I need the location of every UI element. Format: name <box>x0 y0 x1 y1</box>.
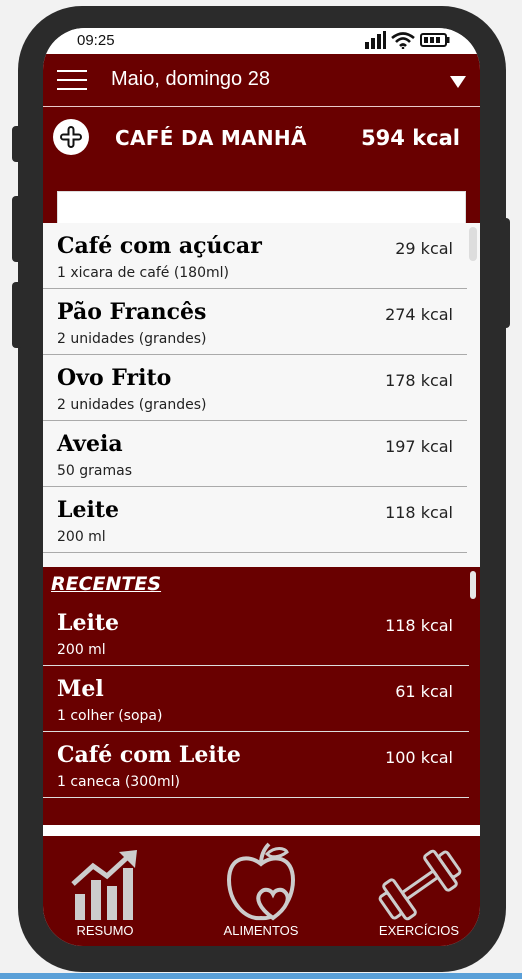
food-portion: 2 unidades (grandes) <box>57 397 207 413</box>
wifi-icon <box>391 32 415 49</box>
battery-icon <box>420 33 450 47</box>
food-portion: 200 ml <box>57 529 106 545</box>
divider <box>43 797 469 798</box>
nav-label: ALIMENTOS <box>223 923 299 938</box>
apple-icon <box>226 842 296 921</box>
food-kcal: 118 kcal <box>385 616 453 635</box>
food-portion: 2 unidades (grandes) <box>57 331 207 347</box>
phone-screen: 09:25 Maio, domingo 28 CAFÉ DA MANHÃ 594… <box>43 28 480 946</box>
nav-alimentos[interactable]: ALIMENTOS <box>209 836 313 946</box>
dumbbell-icon <box>378 849 462 921</box>
recent-item[interactable]: Leite 200 ml 118 kcal <box>43 600 469 666</box>
plus-icon <box>55 121 87 153</box>
divider <box>43 552 467 553</box>
list-item[interactable]: Café com açúcar 1 xicara de café (180ml)… <box>43 223 467 289</box>
date-label: Maio, domingo 28 <box>111 68 270 90</box>
side-button-volume-up <box>12 196 22 262</box>
bar-chart-icon <box>71 850 137 920</box>
food-kcal: 178 kcal <box>385 371 453 390</box>
food-name: Ovo Frito <box>57 365 172 391</box>
food-kcal: 29 kcal <box>395 239 453 258</box>
side-button-power <box>500 218 510 328</box>
food-name: Café com açúcar <box>57 233 262 259</box>
side-button-silent <box>12 126 22 162</box>
status-bar: 09:25 <box>43 28 480 54</box>
bottom-nav: RESUMO ALIMENTOS EXERCÍCIOS <box>43 836 480 946</box>
recent-item[interactable]: Café com Leite 1 caneca (300ml) 100 kcal <box>43 732 469 798</box>
recent-section: RECENTES Leite 200 ml 118 kcal Mel 1 col… <box>43 567 480 825</box>
meal-title: CAFÉ DA MANHÃ <box>115 126 307 150</box>
food-kcal: 100 kcal <box>385 748 453 767</box>
food-name: Aveia <box>57 431 123 457</box>
side-button-volume-down <box>12 282 22 348</box>
nav-label: EXERCÍCIOS <box>378 923 460 938</box>
list-item[interactable]: Ovo Frito 2 unidades (grandes) 178 kcal <box>43 355 467 421</box>
food-portion: 200 ml <box>57 642 106 658</box>
food-kcal: 118 kcal <box>385 503 453 522</box>
food-kcal: 61 kcal <box>395 682 453 701</box>
food-portion: 1 caneca (300ml) <box>57 774 181 790</box>
list-item[interactable]: Aveia 50 gramas 197 kcal <box>43 421 467 487</box>
nav-label: RESUMO <box>76 923 134 938</box>
status-time: 09:25 <box>77 32 115 49</box>
recent-title: RECENTES <box>51 573 162 595</box>
food-name: Leite <box>57 610 119 636</box>
chevron-down-icon[interactable] <box>450 76 466 88</box>
food-kcal: 274 kcal <box>385 305 453 324</box>
food-name: Mel <box>57 676 104 702</box>
food-list: Café com açúcar 1 xicara de café (180ml)… <box>43 223 480 567</box>
recent-item[interactable]: Mel 1 colher (sopa) 61 kcal <box>43 666 469 732</box>
status-icons <box>364 31 450 49</box>
add-food-button[interactable] <box>53 119 89 155</box>
meal-kcal: 594 kcal <box>361 126 460 150</box>
nav-exercicios[interactable]: EXERCÍCIOS <box>365 836 473 946</box>
food-portion: 50 gramas <box>57 463 132 479</box>
nav-resumo[interactable]: RESUMO <box>53 836 157 946</box>
food-name: Leite <box>57 497 119 523</box>
list-item[interactable]: Leite 200 ml 118 kcal <box>43 487 467 553</box>
food-kcal: 197 kcal <box>385 437 453 456</box>
food-portion: 1 xicara de café (180ml) <box>57 265 229 281</box>
scrollbar[interactable] <box>470 571 476 599</box>
menu-icon[interactable] <box>57 70 87 90</box>
food-name: Café com Leite <box>57 742 241 768</box>
food-portion: 1 colher (sopa) <box>57 708 163 724</box>
bottom-accent-line <box>0 973 522 979</box>
scrollbar[interactable] <box>469 227 477 261</box>
food-name: Pão Francês <box>57 299 207 325</box>
signal-icon <box>365 31 386 49</box>
divider <box>43 106 480 107</box>
list-item[interactable]: Pão Francês 2 unidades (grandes) 274 kca… <box>43 289 467 355</box>
header: Maio, domingo 28 CAFÉ DA MANHÃ 594 kcal <box>43 54 480 249</box>
